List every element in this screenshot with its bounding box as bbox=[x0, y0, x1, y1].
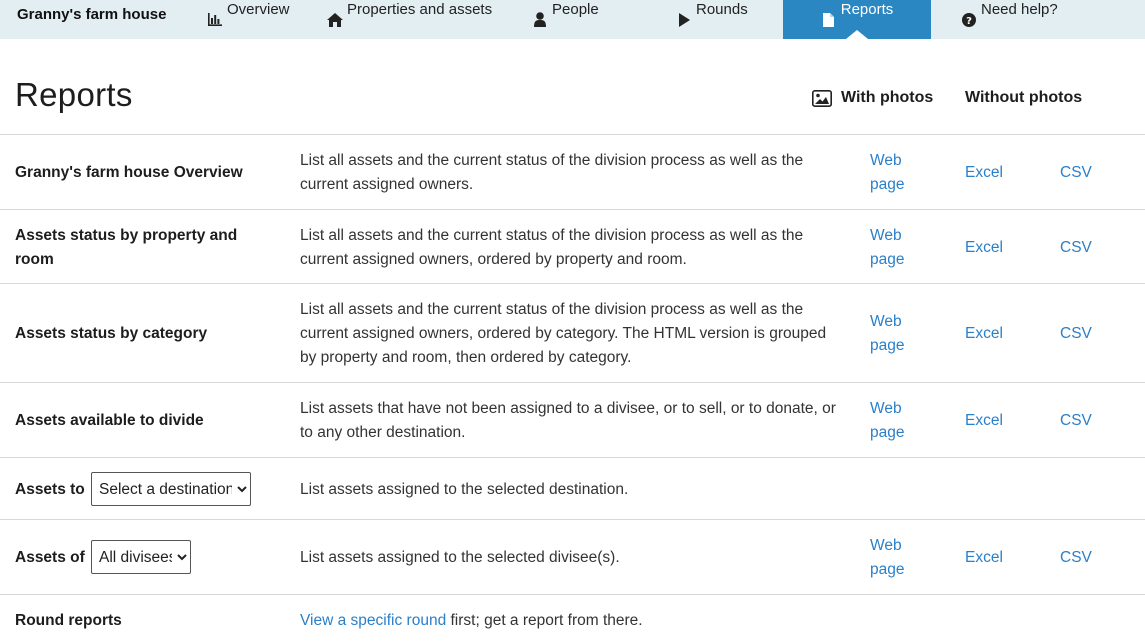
image-icon bbox=[812, 89, 832, 107]
report-description: List assets assigned to the selected div… bbox=[300, 549, 620, 566]
report-row-assets-to: Assets to Select a destination List asse… bbox=[0, 457, 1145, 519]
destination-select[interactable]: Select a destination bbox=[91, 472, 251, 506]
report-description: List all assets and the current status o… bbox=[300, 301, 827, 366]
play-icon bbox=[676, 12, 692, 28]
excel-link[interactable]: Excel bbox=[965, 236, 1003, 260]
svg-text:?: ? bbox=[966, 16, 972, 27]
document-icon bbox=[821, 12, 837, 28]
report-name: Round reports bbox=[15, 612, 122, 629]
web-page-link[interactable]: Web page bbox=[870, 224, 910, 272]
csv-link[interactable]: CSV bbox=[1060, 322, 1092, 346]
nav-properties-and-assets[interactable]: Properties and assets bbox=[327, 0, 492, 39]
web-page-link[interactable]: Web page bbox=[870, 310, 910, 358]
top-navbar: Granny's farm house Overview Properties … bbox=[0, 0, 1145, 39]
excel-link[interactable]: Excel bbox=[965, 161, 1003, 185]
nav-need-help-label: Need help? bbox=[981, 1, 1058, 18]
nav-properties-label: Properties and assets bbox=[347, 1, 493, 18]
report-name: Assets of bbox=[15, 549, 85, 566]
csv-link[interactable]: CSV bbox=[1060, 161, 1092, 185]
web-page-link[interactable]: Web page bbox=[870, 534, 910, 582]
excel-link[interactable]: Excel bbox=[965, 546, 1003, 570]
view-specific-round-link[interactable]: View a specific round bbox=[300, 612, 446, 629]
round-reports-description: View a specific round first; get a repor… bbox=[300, 609, 845, 633]
web-page-link[interactable]: Web page bbox=[870, 397, 910, 445]
brand-link[interactable]: Granny's farm house bbox=[17, 6, 166, 23]
without-photos-label: Without photos bbox=[965, 89, 1083, 106]
report-description: List all assets and the current status o… bbox=[300, 152, 804, 193]
report-description: List all assets and the current status o… bbox=[300, 227, 804, 268]
nav-overview[interactable]: Overview bbox=[207, 0, 290, 39]
nav-rounds[interactable]: Rounds bbox=[676, 0, 748, 39]
report-row-overview: Granny's farm house Overview List all as… bbox=[0, 134, 1145, 209]
web-page-link[interactable]: Web page bbox=[870, 149, 910, 197]
excel-link[interactable]: Excel bbox=[965, 409, 1003, 433]
nav-reports-label: Reports bbox=[840, 1, 894, 18]
csv-link[interactable]: CSV bbox=[1060, 236, 1092, 260]
divisee-select[interactable]: All divisees bbox=[91, 540, 191, 574]
excel-link[interactable]: Excel bbox=[965, 322, 1003, 346]
csv-link[interactable]: CSV bbox=[1060, 546, 1092, 570]
without-photos-header: Without photos bbox=[965, 89, 1082, 107]
nav-overview-label: Overview bbox=[227, 1, 290, 18]
round-reports-suffix: first; get a report from there. bbox=[446, 612, 643, 629]
csv-link[interactable]: CSV bbox=[1060, 409, 1092, 433]
report-row-available-to-divide: Assets available to divide List assets t… bbox=[0, 382, 1145, 457]
report-name: Assets status by property and room bbox=[15, 227, 238, 268]
person-icon bbox=[532, 12, 548, 28]
report-name: Assets to bbox=[15, 481, 85, 498]
nav-reports[interactable]: Reports bbox=[783, 0, 931, 39]
report-description: List assets assigned to the selected des… bbox=[300, 481, 629, 498]
with-photos-header: With photos bbox=[812, 89, 933, 107]
nav-rounds-label: Rounds bbox=[696, 1, 748, 18]
report-name: Assets status by category bbox=[15, 325, 208, 342]
report-description: List assets that have not been assigned … bbox=[300, 400, 836, 441]
report-name: Assets available to divide bbox=[15, 412, 204, 429]
report-row-status-by-property: Assets status by property and room List … bbox=[0, 209, 1145, 283]
report-row-assets-of: Assets of All divisees List assets assig… bbox=[0, 519, 1145, 594]
nav-need-help[interactable]: ? Need help? bbox=[961, 0, 1058, 39]
with-photos-label: With photos bbox=[841, 89, 934, 106]
report-row-round-reports: Round reports View a specific round firs… bbox=[0, 594, 1145, 644]
nav-people[interactable]: People bbox=[532, 0, 599, 39]
nav-people-label: People bbox=[552, 1, 599, 18]
page-title: Reports bbox=[15, 76, 133, 113]
question-circle-icon: ? bbox=[961, 12, 977, 28]
bar-chart-icon bbox=[207, 12, 223, 28]
report-row-status-by-category: Assets status by category List all asset… bbox=[0, 283, 1145, 382]
report-name: Granny's farm house Overview bbox=[15, 164, 243, 181]
home-icon bbox=[327, 12, 343, 28]
